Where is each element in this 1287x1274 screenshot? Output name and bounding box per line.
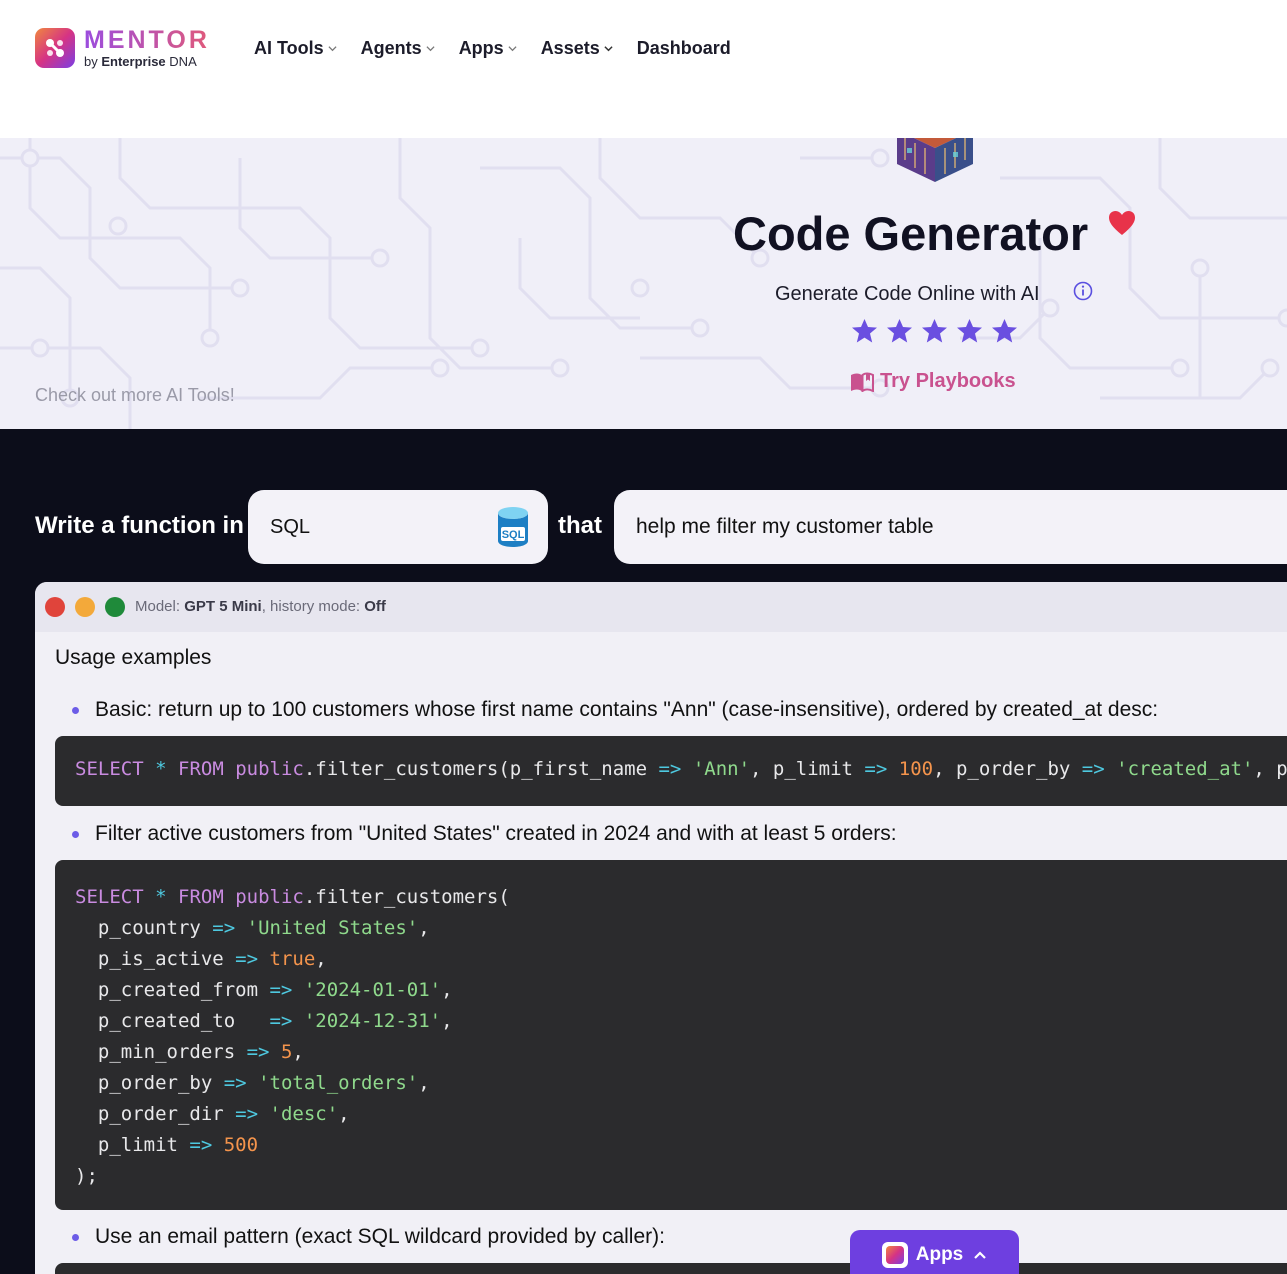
language-selector[interactable]: SQL SQL: [248, 490, 548, 564]
brand-name: MENTOR: [84, 26, 210, 54]
try-playbooks-link[interactable]: Try Playbooks: [850, 370, 1016, 393]
usage-heading: Usage examples: [55, 646, 212, 669]
list-item: Basic: return up to 100 customers whose …: [72, 698, 1159, 722]
close-dot-icon[interactable]: [45, 597, 65, 617]
chevron-down-icon: [426, 46, 435, 52]
language-value: SQL: [270, 516, 311, 538]
that-label: that: [558, 512, 602, 539]
list-item-text: Filter active customers from "United Sta…: [95, 822, 897, 845]
rating-stars[interactable]: [851, 318, 1018, 344]
star-icon: [887, 319, 912, 343]
info-icon[interactable]: [1073, 281, 1093, 301]
prompt-value: help me filter my customer table: [636, 515, 934, 538]
bullet-dot: [72, 1233, 79, 1241]
bullet-dot: [72, 830, 79, 838]
star-icon: [852, 319, 877, 343]
brand-subtitle: by Enterprise DNA: [84, 55, 210, 68]
page-subtitle: Generate Code Online with AI: [775, 283, 1040, 305]
chevron-down-icon: [328, 46, 337, 52]
list-item-text: Basic: return up to 100 customers whose …: [95, 698, 1159, 721]
list-item: Filter active customers from "United Sta…: [72, 822, 897, 846]
nav-label: AI Tools: [254, 38, 324, 58]
nav-label: Assets: [540, 38, 600, 58]
sql-database-icon: SQL: [498, 507, 528, 547]
model-label: Model:: [135, 598, 181, 615]
list-item: Use an email pattern (exact SQL wildcard…: [72, 1225, 665, 1249]
prompt-input[interactable]: help me filter my customer table: [614, 490, 1287, 564]
maximize-dot-icon[interactable]: [105, 597, 125, 617]
nav-label: Apps: [458, 38, 504, 58]
chevron-down-icon: [604, 46, 613, 52]
list-item-text: Use an email pattern (exact SQL wildcard…: [95, 1225, 665, 1248]
nav-apps[interactable]: Apps: [459, 38, 517, 59]
history-value: Off: [364, 598, 386, 615]
page-title: Code Generator: [733, 207, 1089, 260]
minimize-dot-icon[interactable]: [75, 597, 95, 617]
model-value: GPT 5 Mini: [184, 598, 262, 615]
nav-agents[interactable]: Agents: [361, 38, 435, 59]
apps-launcher-button[interactable]: Apps: [850, 1230, 1019, 1274]
main-nav: AI Tools Agents Apps Assets Dashboard: [254, 38, 755, 59]
star-icon: [992, 319, 1017, 343]
chevron-down-icon: [508, 46, 517, 52]
model-info: Model: GPT 5 Mini, history mode: Off: [135, 598, 386, 615]
star-icon: [922, 319, 947, 343]
nav-assets[interactable]: Assets: [541, 38, 613, 59]
output-window: Model: GPT 5 Mini, history mode: Off Usa…: [35, 582, 1287, 1274]
more-ai-tools-link[interactable]: Check out more AI Tools!: [35, 385, 235, 406]
heart-icon[interactable]: [1108, 210, 1136, 236]
nav-label: Agents: [360, 38, 422, 58]
window-titlebar: Model: GPT 5 Mini, history mode: Off: [35, 582, 1287, 632]
chevron-up-icon: [974, 1251, 987, 1259]
brand-sub-suffix: DNA: [169, 54, 197, 69]
svg-text:SQL: SQL: [502, 529, 525, 541]
page: MENTOR by Enterprise DNA AI Tools Agents…: [0, 0, 1287, 1274]
history-label: , history mode:: [261, 598, 361, 615]
brand-logo[interactable]: MENTOR by Enterprise DNA: [35, 28, 210, 68]
top-header: MENTOR by Enterprise DNA AI Tools Agents…: [0, 0, 1287, 138]
try-playbooks-label: Try Playbooks: [880, 370, 1016, 392]
book-icon: [851, 372, 874, 392]
nav-dashboard[interactable]: Dashboard: [637, 38, 731, 59]
code-generator-image: [893, 138, 977, 184]
apps-logo-icon: [881, 1242, 908, 1268]
logo-mark-icon: [35, 28, 75, 68]
code-block: [55, 1263, 1287, 1274]
bullet-dot: [72, 706, 79, 714]
write-function-label: Write a function in: [35, 512, 244, 539]
brand-sub-prefix: by: [84, 54, 98, 69]
nav-ai-tools[interactable]: AI Tools: [254, 38, 337, 59]
code-block: SELECT * FROM public.filter_customers(p_…: [55, 736, 1287, 806]
code-block: SELECT * FROM public.filter_customers( p…: [55, 860, 1287, 1210]
apps-button-label: Apps: [915, 1244, 964, 1265]
brand-sub-bold: Enterprise: [101, 54, 166, 69]
hero-section: Code Generator Generate Code Online with…: [0, 138, 1287, 429]
star-icon: [957, 319, 982, 343]
nav-label: Dashboard: [636, 38, 731, 58]
